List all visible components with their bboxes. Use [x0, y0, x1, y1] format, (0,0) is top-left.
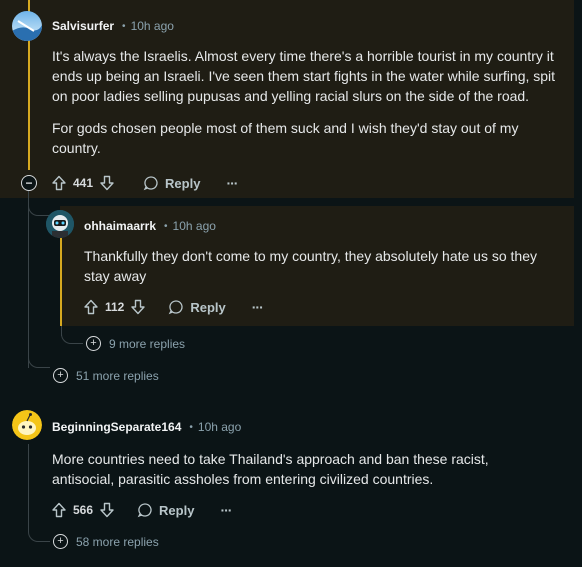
thread-connector-2 — [61, 330, 83, 344]
comment-actions: 566 Reply ··· — [51, 500, 232, 520]
vote-score: 441 — [73, 176, 94, 190]
comment-bubble-icon — [143, 176, 158, 191]
more-replies-link[interactable]: + 51 more replies — [53, 368, 159, 383]
more-replies-link[interactable]: + 58 more replies — [53, 534, 159, 549]
comment-bubble-icon — [137, 503, 152, 518]
meta-separator: • — [189, 421, 193, 433]
comment-paragraph: For gods chosen people most of them suck… — [52, 120, 519, 156]
downvote-arrow-icon — [100, 502, 114, 518]
plus-circle-icon: + — [53, 534, 68, 549]
thread-connector-reply — [28, 196, 50, 216]
timestamp[interactable]: 10h ago — [131, 19, 174, 33]
thread-line-1b — [28, 190, 29, 368]
more-replies-link[interactable]: + 9 more replies — [86, 336, 185, 351]
collapse-icon: − — [25, 176, 33, 190]
more-options-button[interactable]: ··· — [220, 502, 232, 518]
comment-paragraph: It's always the Israelis. Almost every t… — [52, 48, 556, 104]
comment-body: It's always the Israelis. Almost every t… — [52, 46, 562, 158]
comment-actions: 112 Reply ··· — [83, 297, 264, 317]
downvote-arrow-icon — [131, 299, 146, 315]
more-options-button[interactable]: ··· — [252, 299, 264, 315]
vote-score: 566 — [73, 503, 94, 517]
collapse-thread-button[interactable]: − — [21, 175, 37, 191]
reply-label: Reply — [190, 299, 226, 315]
upvote-button[interactable] — [51, 175, 67, 191]
avatar[interactable] — [46, 210, 74, 238]
username[interactable]: BeginningSeparate164 — [52, 420, 181, 434]
avatar[interactable] — [12, 11, 42, 41]
avatar-snoo-icon — [46, 210, 74, 238]
downvote-button[interactable] — [99, 175, 115, 191]
downvote-button[interactable] — [130, 299, 146, 315]
vote-score: 112 — [105, 300, 125, 314]
reply-button[interactable]: Reply — [168, 299, 226, 315]
comment-paragraph: More countries need to take Thailand's a… — [52, 451, 489, 487]
comment-header: Salvisurfer • 10h ago — [52, 19, 174, 33]
upvote-button[interactable] — [83, 299, 99, 315]
username[interactable]: ohhaimaarrk — [84, 219, 156, 233]
reply-button[interactable]: Reply — [143, 175, 200, 191]
reply-label: Reply — [165, 175, 201, 191]
comment-paragraph: Thankfully they don't come to my country… — [84, 248, 537, 284]
timestamp[interactable]: 10h ago — [173, 219, 216, 233]
thread-connector-1 — [28, 354, 50, 368]
thread-line-3 — [28, 444, 29, 520]
meta-separator: • — [164, 220, 168, 232]
more-replies-label: 9 more replies — [109, 336, 186, 351]
downvote-button[interactable] — [99, 502, 115, 518]
comment-actions: 441 Reply ··· — [51, 173, 238, 193]
more-replies-label: 51 more replies — [76, 368, 159, 383]
comment-bubble-icon — [169, 300, 183, 315]
comment-header: BeginningSeparate164 • 10h ago — [52, 420, 241, 434]
avatar-image-icon — [12, 11, 42, 41]
upvote-arrow-icon — [84, 299, 98, 315]
more-replies-label: 58 more replies — [76, 534, 159, 549]
plus-circle-icon: + — [86, 336, 101, 351]
avatar-snoo-icon — [12, 410, 42, 440]
upvote-arrow-icon — [52, 502, 66, 518]
comment-body: Thankfully they don't come to my country… — [84, 246, 554, 286]
plus-circle-icon: + — [53, 368, 68, 383]
avatar[interactable] — [12, 410, 42, 440]
downvote-arrow-icon — [100, 175, 114, 191]
thread-connector-3 — [28, 520, 50, 542]
highlight-border-2 — [60, 238, 62, 326]
upvote-button[interactable] — [51, 502, 67, 518]
timestamp[interactable]: 10h ago — [198, 420, 241, 434]
upvote-arrow-icon — [52, 175, 66, 191]
reply-label: Reply — [159, 502, 195, 518]
comment-header: ohhaimaarrk • 10h ago — [84, 219, 216, 233]
username[interactable]: Salvisurfer — [52, 19, 114, 33]
more-options-button[interactable]: ··· — [226, 175, 238, 191]
meta-separator: • — [122, 20, 126, 32]
reply-button[interactable]: Reply — [137, 502, 194, 518]
comment-body: More countries need to take Thailand's a… — [52, 449, 552, 489]
